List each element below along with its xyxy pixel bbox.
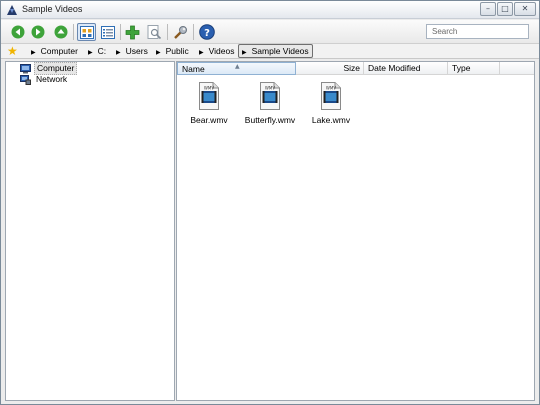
chevron-right-icon: ▶: [199, 49, 204, 56]
forward-icon: [31, 25, 44, 39]
toolbar: ? Search: [1, 20, 539, 44]
column-size[interactable]: Size: [296, 62, 364, 75]
chevron-right-icon: ▶: [156, 49, 161, 56]
large-icons-view-icon: [79, 25, 94, 39]
tools-icon: [174, 25, 187, 39]
svg-text:WMV: WMV: [204, 86, 214, 91]
svg-text:WMV: WMV: [326, 86, 336, 91]
chevron-right-icon: ▶: [88, 49, 93, 56]
app-icon: [7, 5, 17, 15]
wmv-file-icon: WMV: [321, 82, 341, 110]
file-name: Bear.wmv: [190, 115, 228, 125]
tree-item-label: Network: [36, 74, 68, 84]
chevron-right-icon: ▶: [116, 49, 121, 56]
svg-text:?: ?: [204, 28, 210, 39]
computer-icon: [20, 63, 31, 73]
add-icon: [125, 25, 140, 39]
file-item-butterfly[interactable]: WMV Butterfly.wmv: [238, 82, 302, 125]
chevron-right-icon: ▶: [31, 49, 36, 56]
breadcrumb-item-sample-videos[interactable]: ▶ Sample Videos: [238, 44, 313, 58]
breadcrumb-item-videos[interactable]: ▶ Videos: [199, 45, 234, 57]
find-icon: [147, 24, 162, 39]
folder-tree[interactable]: Computer Network: [5, 61, 175, 401]
help-button[interactable]: ?: [197, 23, 216, 41]
tools-button[interactable]: [171, 23, 190, 41]
column-date-modified[interactable]: Date Modified: [364, 62, 448, 75]
tree-item-network[interactable]: Network: [20, 74, 69, 85]
details-view-icon: [100, 25, 115, 39]
back-button[interactable]: [8, 23, 27, 41]
breadcrumb-item-c-drive[interactable]: ▶ C:: [88, 45, 106, 57]
title-bar[interactable]: Sample Videos – □ ✕: [1, 1, 539, 19]
svg-text:WMV: WMV: [265, 86, 275, 91]
minimize-button[interactable]: –: [480, 2, 496, 16]
wmv-file-icon: WMV: [260, 82, 280, 110]
add-button[interactable]: [123, 23, 142, 41]
up-button[interactable]: [51, 23, 70, 41]
file-name: Lake.wmv: [311, 115, 351, 125]
toolbar-separator: [73, 24, 74, 40]
tree-item-computer[interactable]: Computer: [20, 62, 78, 75]
details-view-button[interactable]: [98, 23, 117, 41]
maximize-button[interactable]: □: [497, 2, 513, 16]
breadcrumb-item-users[interactable]: ▶ Users: [116, 45, 148, 57]
toolbar-separator: [167, 24, 168, 40]
chevron-right-icon: ▶: [242, 49, 247, 56]
close-button[interactable]: ✕: [514, 2, 536, 16]
file-name: Butterfly.wmv: [244, 115, 296, 125]
up-icon: [54, 25, 67, 39]
favorites-star-icon[interactable]: ★: [7, 45, 18, 57]
find-button[interactable]: [145, 23, 164, 41]
column-type[interactable]: Type: [448, 62, 500, 75]
toolbar-separator: [193, 24, 194, 40]
file-item-bear[interactable]: WMV Bear.wmv: [177, 82, 241, 125]
forward-button[interactable]: [28, 23, 47, 41]
column-name[interactable]: Name ▲: [177, 62, 296, 75]
wmv-file-icon: WMV: [199, 82, 219, 110]
search-input[interactable]: Search: [426, 24, 529, 39]
breadcrumb-item-public[interactable]: ▶ Public: [156, 45, 189, 57]
file-item-lake[interactable]: WMV Lake.wmv: [299, 82, 363, 125]
file-list[interactable]: Name ▲ Size Date Modified Type WMV Bear.…: [176, 61, 535, 401]
network-icon: [20, 74, 31, 85]
sort-ascending-icon: ▲: [235, 63, 240, 70]
back-icon: [11, 25, 24, 39]
column-header: Name ▲ Size Date Modified Type: [177, 62, 534, 75]
breadcrumb: ★ ▶ Computer ▶ C: ▶ Users ▶ Public ▶ Videos ▶…: [1, 44, 539, 59]
help-icon: ?: [198, 24, 215, 40]
explorer-window: Sample Videos – □ ✕ ? Search ★ ▶ Compute…: [0, 0, 540, 405]
large-icons-view-button[interactable]: [77, 23, 96, 41]
toolbar-separator: [120, 24, 121, 40]
window-title: Sample Videos: [22, 4, 83, 14]
breadcrumb-item-computer[interactable]: ▶ Computer: [31, 45, 78, 57]
